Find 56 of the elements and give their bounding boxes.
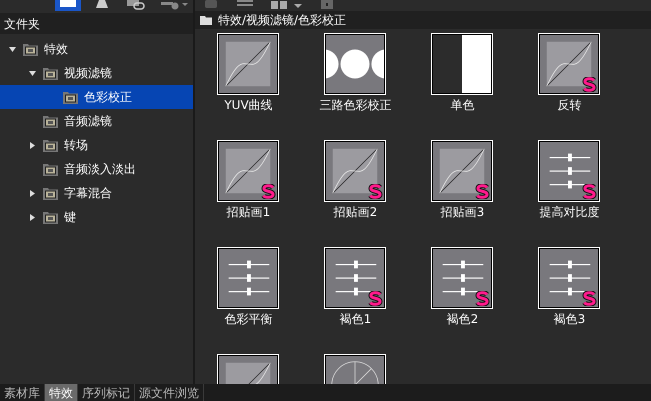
tree-item[interactable]: 字幕混合 <box>0 181 193 205</box>
tree-item[interactable]: 视频滤镜 <box>0 61 193 85</box>
add-dropdown-icon[interactable] <box>160 0 190 10</box>
effect-label: 褐色2 <box>446 310 478 328</box>
folder-icon <box>43 114 58 128</box>
effect-label: 反转 <box>558 96 582 114</box>
effect-label: 招贴画1 <box>226 204 270 221</box>
effect-label: YUV曲线 <box>224 96 273 114</box>
collapsed-arrow-icon[interactable] <box>30 214 35 220</box>
tree-item[interactable]: 转场 <box>0 133 193 157</box>
effect-thumbnail[interactable] <box>324 32 386 95</box>
effect-thumbnail[interactable] <box>538 246 600 309</box>
collapsed-arrow-icon[interactable] <box>30 142 35 148</box>
effect-label: 三路色彩校正 <box>320 96 392 114</box>
folder-icon <box>43 210 58 224</box>
folder-icon <box>43 66 58 80</box>
effect-thumbnail[interactable] <box>217 246 279 309</box>
collapsed-arrow-icon[interactable] <box>30 190 35 196</box>
folder-icon <box>43 162 58 176</box>
toolbar-icon[interactable] <box>55 0 81 11</box>
effect-thumbnail[interactable] <box>431 246 493 309</box>
effect-thumbnail[interactable] <box>431 140 493 202</box>
effect-label: 褐色3 <box>554 310 586 328</box>
panel-title: 文件夹 <box>3 16 40 32</box>
effect-label: 褐色1 <box>340 310 372 328</box>
list-icon[interactable] <box>237 0 253 8</box>
effect-label: 招贴画3 <box>440 204 484 221</box>
effect-thumbnail[interactable] <box>538 140 600 202</box>
effect-thumbnail[interactable] <box>217 32 279 95</box>
expanded-arrow-icon[interactable] <box>29 70 36 76</box>
folder-path: 特效/视频滤镜/色彩校正 <box>218 12 346 29</box>
lock-icon[interactable] <box>320 0 334 9</box>
effect-label: 提高对比度 <box>540 204 600 221</box>
folder-icon <box>43 186 58 200</box>
grid-view-icon[interactable] <box>271 0 303 10</box>
effect-thumbnail[interactable] <box>538 32 600 95</box>
effect-thumbnail[interactable] <box>324 246 386 309</box>
effect-thumbnail[interactable] <box>431 32 493 95</box>
effect-label: 色彩平衡 <box>224 310 272 328</box>
link-icon[interactable] <box>126 0 146 10</box>
triangle-icon[interactable] <box>95 0 109 8</box>
effect-label: 单色 <box>450 96 474 114</box>
folder-icon <box>23 42 38 56</box>
tree-item[interactable]: 特效 <box>0 37 193 61</box>
effect-thumbnail[interactable] <box>217 140 279 202</box>
panel-tab[interactable]: 特效 <box>45 384 78 401</box>
folder-icon <box>63 90 78 104</box>
tree-item[interactable]: 色彩校正 <box>0 85 193 109</box>
tree-item[interactable]: 键 <box>0 205 193 229</box>
effect-label: 招贴画2 <box>334 204 378 221</box>
effect-thumbnail[interactable] <box>324 140 386 202</box>
folder-icon <box>200 14 212 25</box>
folder-icon <box>43 138 58 152</box>
expanded-arrow-icon[interactable] <box>9 46 16 52</box>
tree-item[interactable]: 音频淡入淡出 <box>0 157 193 181</box>
tree-item[interactable]: 音频滤镜 <box>0 109 193 133</box>
